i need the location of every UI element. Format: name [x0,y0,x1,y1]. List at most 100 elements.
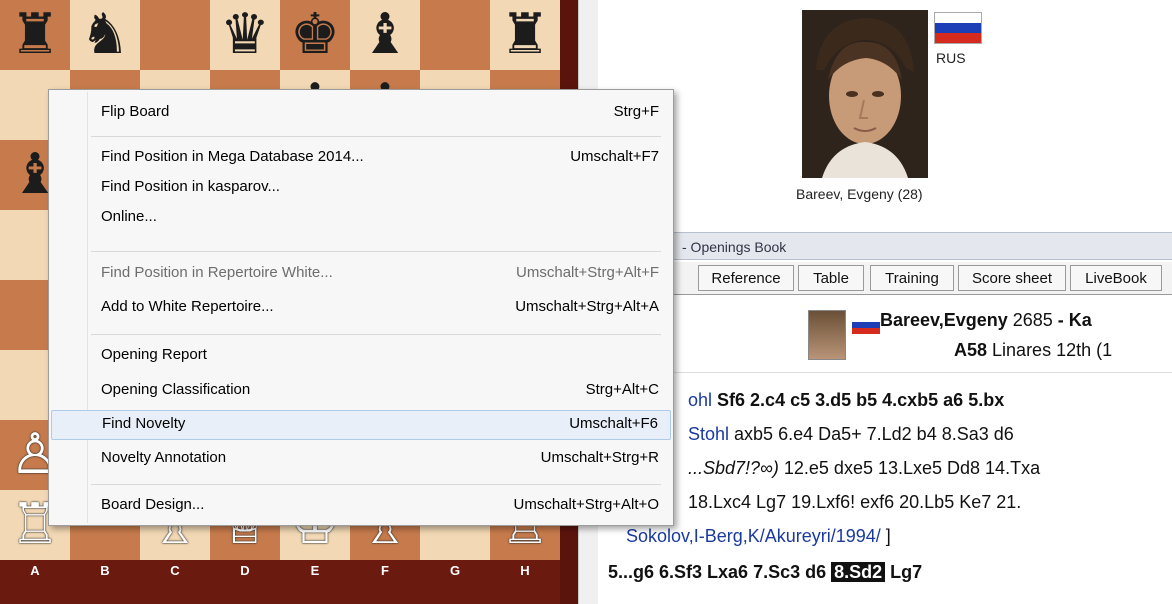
menu-item-label: Opening Report [101,346,207,363]
black-player-name[interactable]: - Ka [1053,310,1092,330]
board-square-g8[interactable] [420,0,490,70]
book-tab-strip: Reference Table Training Score sheet Liv… [598,262,1172,295]
black-rook-icon[interactable]: ♜ [10,7,60,63]
menu-item-novelty-annotation[interactable]: Novelty Annotation Umschalt+Strg+R [51,445,671,472]
reference-game[interactable]: Sokolov,I-Berg,K/Akureyri/1994/ [626,526,881,546]
menu-item-shortcut: Umschalt+Strg+Alt+O [513,496,659,513]
tab-livebook[interactable]: LiveBook [1070,265,1162,291]
menu-separator [91,334,661,335]
annotation-source: ohl [688,390,718,410]
menu-item-online[interactable]: Online... [51,204,671,231]
board-square-b8[interactable]: ♞ [70,0,140,70]
variation-moves[interactable]: 12.e5 dxe5 13.Lxe5 Dd8 14.Txa [779,458,1040,478]
main-line-moves[interactable]: Sf6 2.c4 c5 3.d5 b5 4.cxb5 a6 5.bx [717,390,1004,410]
menu-separator [91,484,661,485]
board-square-d8[interactable]: ♛ [210,0,280,70]
black-king-icon[interactable]: ♚ [290,7,340,63]
board-file-label: D [240,563,250,578]
board-file-label: F [381,563,389,578]
tab-table[interactable]: Table [798,265,864,291]
player-photo [802,10,928,178]
board-square-e8[interactable]: ♚ [280,0,350,70]
event-name: Linares 12th (1 [987,340,1113,360]
menu-item-shortcut: Strg+F [613,103,659,120]
menu-item-add-white-repertoire[interactable]: Add to White Repertoire... Umschalt+Strg… [51,294,671,321]
variation-moves[interactable]: ...Sbd7!?∞) [688,458,779,478]
menu-item-label: Find Position in Mega Database 2014... [101,148,364,165]
menu-item-find-position-repertoire[interactable]: Find Position in Repertoire White... Ums… [51,260,671,287]
white-player-elo: 2685 [1007,310,1053,330]
notation-pane[interactable]: ohl Sf6 2.c4 c5 3.d5 b5 4.cxb5 a6 5.bx S… [598,374,1172,604]
menu-item-label: Novelty Annotation [101,449,227,466]
black-knight-icon[interactable]: ♞ [80,7,130,63]
black-bishop-icon[interactable]: ♝ [360,7,410,63]
current-move-highlight[interactable]: 8.Sd2 [831,562,886,582]
game-header: Bareev,Evgeny 2685 - Ka A58 Linares 12th… [598,296,1172,373]
menu-item-opening-classification[interactable]: Opening Classification Strg+Alt+C [51,377,671,404]
board-file-label: C [170,563,180,578]
menu-item-shortcut: Umschalt+Strg+Alt+F [516,264,659,281]
menu-item-label: Online... [101,208,157,225]
board-square-c8[interactable] [140,0,210,70]
notation-line[interactable]: Sokolov,I-Berg,K/Akureyri/1994/ ] [626,526,891,547]
menu-item-shortcut: Umschalt+Strg+Alt+A [515,298,659,315]
white-player-name[interactable]: Bareev,Evgeny [880,310,1008,330]
notation-line[interactable]: 5...g6 6.Sf3 Lxa6 7.Sc3 d6 8.Sd2 Lg7 [608,562,922,583]
bracket-close: ] [880,526,891,546]
board-file-labels: A B C D E F G H [0,560,560,582]
player-name-caption: Bareev, Evgeny (28) [796,186,923,202]
menu-item-label: Opening Classification [101,381,251,398]
board-file-label: E [310,563,320,578]
eco-code: A58 [954,340,988,360]
menu-separator [91,251,661,252]
board-square-h8[interactable]: ♜ [490,0,560,70]
notation-line[interactable]: ohl Sf6 2.c4 c5 3.d5 b5 4.cxb5 a6 5.bx [688,390,1004,411]
tab-score-sheet[interactable]: Score sheet [958,265,1066,291]
annotation-source: Stohl [688,424,730,444]
russia-flag-icon [934,12,982,44]
menu-item-shortcut: Umschalt+F6 [569,415,658,432]
board-square-f8[interactable]: ♝ [350,0,420,70]
board-file-label: H [520,563,530,578]
menu-item-label: Find Novelty [102,415,186,432]
menu-separator [91,136,661,137]
player-portrait-icon [802,10,928,178]
menu-item-opening-report[interactable]: Opening Report [51,342,671,369]
notation-line[interactable]: ...Sbd7!?∞) 12.e5 dxe5 13.Lxe5 Dd8 14.Tx… [688,458,1040,479]
black-queen-icon[interactable]: ♛ [220,7,270,63]
menu-item-label: Find Position in kasparov... [101,178,280,195]
menu-item-shortcut: Umschalt+Strg+R [540,449,659,466]
menu-item-board-design[interactable]: Board Design... Umschalt+Strg+Alt+O [51,492,671,519]
menu-item-shortcut: Strg+Alt+C [585,381,659,398]
menu-item-find-novelty[interactable]: Find Novelty Umschalt+F6 [51,410,671,440]
board-file-label: B [100,563,110,578]
tab-reference[interactable]: Reference [698,265,794,291]
menu-item-flip-board[interactable]: Flip Board Strg+F [51,99,671,126]
variation-moves[interactable]: 18.Lxc4 Lg7 19.Lxf6! exf6 20.Lb5 Ke7 21. [688,492,1021,512]
variation-moves[interactable]: axb5 6.e4 Da5+ 7.Ld2 b4 8.Sa3 d6 [729,424,1014,444]
player-info-panel: RUS Bareev, Evgeny (28) [598,0,1172,230]
menu-item-label: Add to White Repertoire... [101,298,274,315]
black-rook-icon[interactable]: ♜ [500,7,550,63]
menu-item-find-position-kasparov[interactable]: Find Position in kasparov... [51,174,671,201]
board-file-label: A [30,563,40,578]
board-context-menu: Flip Board Strg+F Find Position in Mega … [48,89,674,526]
main-line-moves[interactable]: 5...g6 6.Sf3 Lxa6 7.Sc3 d6 [608,562,831,582]
menu-item-find-position-mega[interactable]: Find Position in Mega Database 2014... U… [51,144,671,171]
menu-item-label: Find Position in Repertoire White... [101,264,333,281]
notation-line[interactable]: Stohl axb5 6.e4 Da5+ 7.Ld2 b4 8.Sa3 d6 [688,424,1014,445]
russia-flag-icon [852,316,880,334]
eco-event-line: A58 Linares 12th (1 [954,340,1112,361]
player-country: RUS [936,50,966,66]
notation-line[interactable]: 18.Lxc4 Lg7 19.Lxf6! exf6 20.Lb5 Ke7 21. [688,492,1021,513]
players-line[interactable]: Bareev,Evgeny 2685 - Ka [880,310,1092,331]
board-square-a8[interactable]: ♜ [0,0,70,70]
board-file-label: G [449,563,461,578]
menu-item-shortcut: Umschalt+F7 [570,148,659,165]
openings-book-header: - Openings Book [598,232,1172,260]
main-line-moves[interactable]: Lg7 [885,562,922,582]
tab-training[interactable]: Training [870,265,954,291]
menu-item-label: Flip Board [101,103,170,120]
menu-item-label: Board Design... [101,496,205,513]
white-player-photo [808,310,846,360]
